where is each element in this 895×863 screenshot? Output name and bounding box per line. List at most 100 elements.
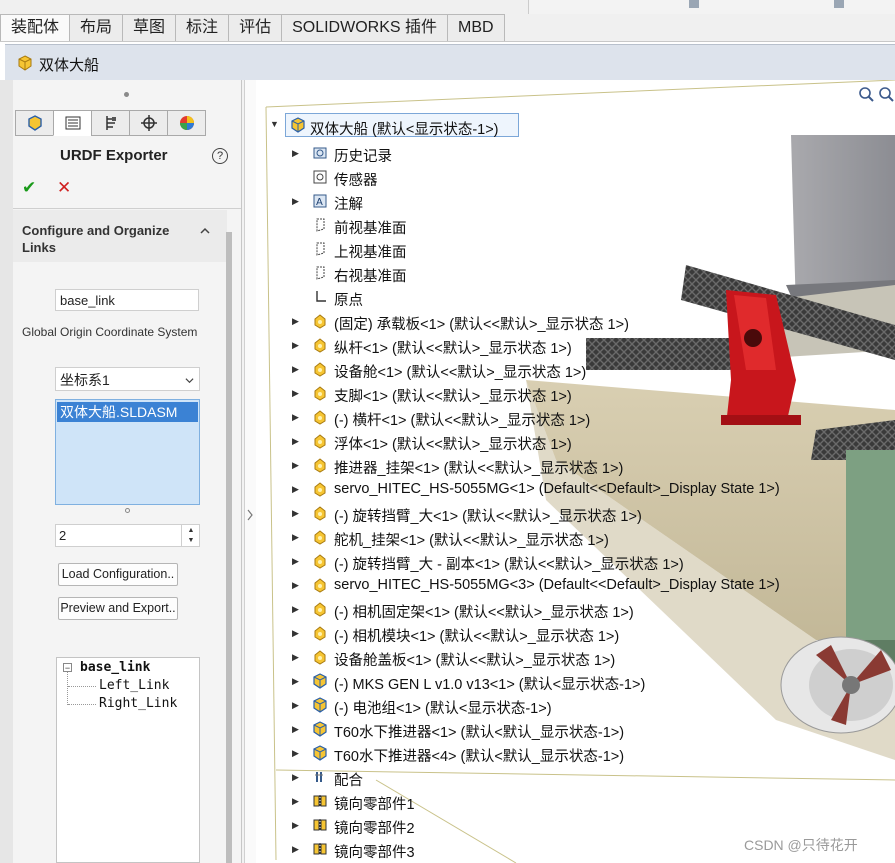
expand-arrow-icon[interactable]: ▼ <box>270 119 279 129</box>
tab-configuration-manager[interactable] <box>91 110 130 136</box>
part-icon <box>314 506 326 521</box>
part-icon <box>314 650 326 665</box>
expand-arrow-icon[interactable]: ▶ <box>292 844 302 855</box>
history-icon <box>313 147 327 159</box>
tab-dimxpert-manager[interactable] <box>129 110 168 136</box>
load-configuration-button[interactable]: Load Configuration.. <box>58 563 178 586</box>
watermark: CSDN @只待花开 <box>744 837 858 853</box>
document-titlebar: 双体大船 <box>5 44 895 81</box>
tab-mbd[interactable]: MBD <box>447 14 505 41</box>
list-resize-handle[interactable] <box>125 508 130 513</box>
expand-arrow-icon[interactable]: ▶ <box>292 412 302 423</box>
tab-display-manager[interactable] <box>167 110 206 136</box>
tab-solidworks-addins[interactable]: SOLIDWORKS 插件 <box>281 14 448 41</box>
expand-arrow-icon[interactable]: ▶ <box>292 556 302 567</box>
plane-icon <box>316 242 325 256</box>
assembly-icon <box>313 673 327 689</box>
expand-arrow-icon[interactable]: ▶ <box>292 340 302 351</box>
assembly-icon <box>313 697 327 713</box>
tree-item-label: 设备舱盖板<1> (默认<<默认>_显示状态 1>) <box>334 653 616 669</box>
expand-arrow-icon[interactable]: ▶ <box>292 628 302 639</box>
panel-scrollbar[interactable] <box>226 232 232 863</box>
link-tree-root[interactable]: base_link <box>80 660 150 675</box>
expand-arrow-icon[interactable]: ▶ <box>292 604 302 615</box>
tree-item-label: 浮体<1> (默认<<默认>_显示状态 1>) <box>334 437 572 453</box>
expand-arrow-icon[interactable]: ▶ <box>292 148 302 159</box>
part-icon <box>314 554 326 569</box>
expand-arrow-icon[interactable]: ▶ <box>292 316 302 327</box>
tab-markup[interactable]: 标注 <box>175 14 230 41</box>
tree-item-label: 前视基准面 <box>334 221 407 237</box>
expand-arrow-icon[interactable]: ▶ <box>292 724 302 735</box>
configuration-icon <box>105 116 116 130</box>
collapse-icon[interactable]: − <box>63 663 72 673</box>
expand-arrow-icon[interactable]: ▶ <box>292 508 302 519</box>
tab-sketch[interactable]: 草图 <box>122 14 177 41</box>
assembly-list-item[interactable]: 双体大船.SLDASM <box>57 402 198 422</box>
mirror-icon <box>313 843 327 855</box>
link-tree-item[interactable]: Right_Link <box>99 696 177 711</box>
tree-item-label: 右视基准面 <box>334 269 407 285</box>
tab-assembly[interactable]: 装配体 <box>0 14 71 41</box>
tree-item-label: 设备舱<1> (默认<<默认>_显示状态 1>) <box>334 365 587 381</box>
tab-feature-manager[interactable] <box>15 110 54 136</box>
expand-arrow-icon[interactable]: ▶ <box>292 676 302 687</box>
preview-export-button[interactable]: Preview and Export.. <box>58 597 178 620</box>
tab-layout[interactable]: 布局 <box>69 14 124 41</box>
tree-root-label[interactable]: 双体大船 (默认<显示状态-1>) <box>310 118 499 139</box>
expand-arrow-icon[interactable]: ▶ <box>292 652 302 663</box>
expand-arrow-icon[interactable]: ▶ <box>292 700 302 711</box>
ok-button[interactable]: ✔ <box>22 178 36 198</box>
expand-arrow-icon[interactable]: ▶ <box>292 388 302 399</box>
link-tree-item[interactable]: Left_Link <box>99 678 169 693</box>
tree-item-label: T60水下推进器<4> (默认<默认_显示状态-1>) <box>334 749 625 765</box>
panel-divider <box>13 208 241 209</box>
toolbar-icon[interactable] <box>834 0 844 8</box>
part-icon <box>314 578 326 593</box>
stepper-up-icon[interactable]: ▲ <box>182 525 200 535</box>
stepper-down-icon[interactable]: ▼ <box>182 535 200 545</box>
sensor-icon <box>313 170 327 184</box>
view-toolbar <box>858 86 894 109</box>
assembly-icon <box>18 55 32 71</box>
expand-arrow-icon[interactable]: ▶ <box>292 364 302 375</box>
zoom-area-icon[interactable] <box>879 87 894 102</box>
chevron-up-icon[interactable] <box>200 226 210 236</box>
panel-grip[interactable] <box>124 92 129 97</box>
number-stepper[interactable]: 2 <box>55 524 200 547</box>
tree-item-label: 注解 <box>334 197 363 213</box>
cancel-button[interactable]: ✕ <box>57 178 71 198</box>
zoom-to-fit-icon[interactable] <box>859 87 874 102</box>
mirror-icon <box>313 819 327 831</box>
part-icon <box>314 314 326 329</box>
expand-arrow-icon[interactable]: ▶ <box>292 772 302 783</box>
link-name-input[interactable]: base_link <box>55 289 199 311</box>
tab-evaluate[interactable]: 评估 <box>228 14 283 41</box>
assembly-icon <box>291 117 305 133</box>
tree-item-label: (-) 相机固定架<1> (默认<<默认>_显示状态 1>) <box>334 605 634 621</box>
expand-arrow-icon[interactable]: ▶ <box>292 532 302 543</box>
expand-arrow-icon[interactable]: ▶ <box>292 820 302 831</box>
help-icon[interactable]: ? <box>212 148 228 164</box>
tree-item-label: (-) 电池组<1> (默认<显示状态-1>) <box>334 701 552 717</box>
part-icon <box>314 362 326 377</box>
chevron-down-icon[interactable] <box>185 376 194 385</box>
expand-arrow-icon[interactable]: ▶ <box>292 748 302 759</box>
tree-item-label: 镜向零部件2 <box>334 821 415 837</box>
expand-arrow-icon[interactable]: ▶ <box>292 196 302 207</box>
ribbon-toolbar-strip <box>528 0 895 14</box>
expand-arrow-icon[interactable]: ▶ <box>292 484 302 495</box>
expand-arrow-icon[interactable]: ▶ <box>292 796 302 807</box>
assembly-icon <box>313 721 327 737</box>
coordinate-system-select[interactable]: 坐标系1 <box>55 367 200 391</box>
expand-arrow-icon[interactable]: ▶ <box>292 460 302 471</box>
plane-icon <box>316 266 325 280</box>
part-icon <box>314 482 326 497</box>
expand-arrow-icon[interactable]: ▶ <box>292 436 302 447</box>
ribbon-tabs: 装配体 布局 草图 标注 评估 SOLIDWORKS 插件 MBD <box>0 14 505 42</box>
toolbar-icon[interactable] <box>689 0 699 8</box>
assembly-icon <box>313 745 327 761</box>
expand-arrow-icon[interactable]: ▶ <box>292 580 302 591</box>
splitter-grip-icon[interactable] <box>246 504 254 526</box>
tab-property-manager[interactable] <box>53 110 92 136</box>
